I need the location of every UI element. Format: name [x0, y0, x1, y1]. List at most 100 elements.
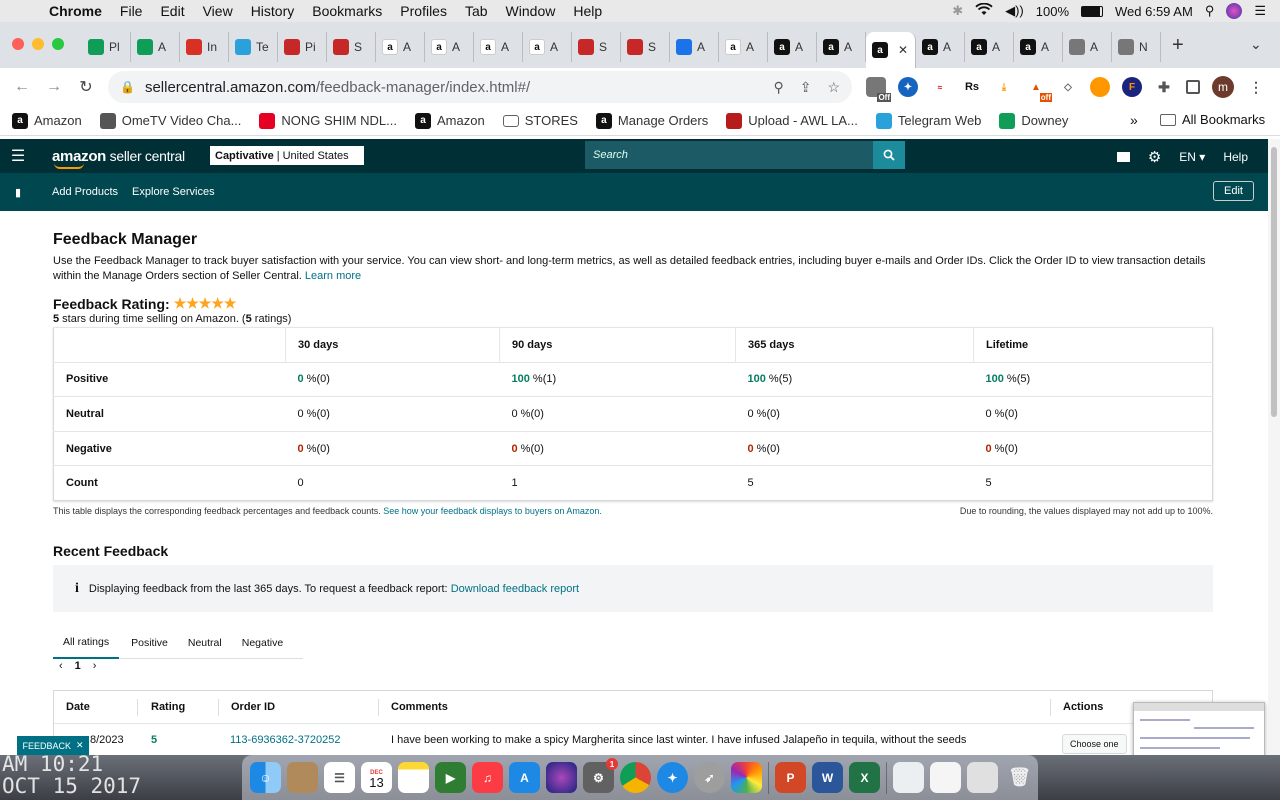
- system-preferences-icon[interactable]: ⚙ 1: [583, 758, 618, 793]
- chrome-icon[interactable]: [620, 762, 651, 793]
- browser-tab-active[interactable]: a ✕: [866, 32, 916, 68]
- lock-icon[interactable]: 🔒: [120, 80, 135, 94]
- new-tab-button[interactable]: +: [1172, 34, 1184, 57]
- rocket-icon[interactable]: ➶: [694, 762, 725, 793]
- notes-brown-icon[interactable]: [287, 762, 318, 793]
- browser-tab[interactable]: A: [131, 32, 180, 62]
- back-arrow-icon[interactable]: ←: [6, 78, 38, 96]
- forward-arrow-icon[interactable]: →: [38, 78, 70, 96]
- current-page[interactable]: 1: [75, 660, 81, 672]
- close-window-button[interactable]: [12, 38, 24, 50]
- downloads-stack-icon[interactable]: [967, 762, 998, 793]
- menu-profiles[interactable]: Profiles: [391, 3, 456, 19]
- nav-explore-services[interactable]: Explore Services: [132, 186, 215, 198]
- prev-page-chevron-icon[interactable]: ‹: [59, 660, 63, 672]
- facetime-icon[interactable]: ▶: [435, 762, 466, 793]
- row-action-dropdown[interactable]: Choose one: [1062, 734, 1127, 754]
- bookmark-item[interactable]: NONG SHIM NDL...: [259, 112, 397, 129]
- learn-more-link[interactable]: Learn more: [305, 270, 361, 282]
- siri-app-icon[interactable]: [546, 762, 577, 793]
- tab-neutral[interactable]: Neutral: [178, 627, 232, 659]
- download-report-link[interactable]: Download feedback report: [451, 583, 579, 595]
- menubar-datetime[interactable]: Wed 6:59 AM: [1115, 4, 1193, 19]
- browser-tab[interactable]: aA: [1014, 32, 1063, 62]
- browser-tab[interactable]: In: [180, 32, 229, 62]
- bookmark-icon[interactable]: ▮: [0, 186, 36, 199]
- browser-tab[interactable]: S: [572, 32, 621, 62]
- next-page-chevron-icon[interactable]: ›: [93, 660, 97, 672]
- store-selector[interactable]: Captivative | United States: [210, 146, 364, 165]
- extension-blue-icon[interactable]: ✦: [898, 77, 918, 97]
- all-bookmarks[interactable]: All Bookmarks: [1160, 112, 1265, 127]
- menu-file[interactable]: File: [111, 3, 152, 19]
- tab-search-chevron-icon[interactable]: ⌄: [1250, 36, 1262, 53]
- hamburger-menu-icon[interactable]: ☰: [0, 146, 36, 166]
- minimize-window-button[interactable]: [32, 38, 44, 50]
- bookmark-star-icon[interactable]: ☆: [827, 79, 840, 96]
- menu-app-name[interactable]: Chrome: [40, 3, 111, 19]
- menu-history[interactable]: History: [242, 3, 304, 19]
- seller-central-logo[interactable]: amazon seller central: [52, 148, 185, 169]
- extension-usage-icon[interactable]: ≈: [930, 77, 950, 97]
- browser-tab[interactable]: aA: [474, 32, 523, 62]
- spreadsheet-preview-icon[interactable]: [930, 762, 961, 793]
- close-icon[interactable]: ✕: [76, 740, 84, 751]
- browser-tab[interactable]: aA: [523, 32, 572, 62]
- browser-tab[interactable]: A: [1063, 32, 1112, 62]
- page-scrollbar[interactable]: [1268, 139, 1280, 755]
- col-date[interactable]: Date: [66, 701, 90, 713]
- bookmark-item[interactable]: a Amazon: [12, 112, 82, 129]
- excel-icon[interactable]: X: [849, 762, 880, 793]
- browser-tab[interactable]: aA: [719, 32, 768, 62]
- extension-f-icon[interactable]: F: [1122, 77, 1142, 97]
- menu-edit[interactable]: Edit: [151, 3, 193, 19]
- browser-tab[interactable]: N: [1112, 32, 1161, 62]
- search-input[interactable]: Search: [585, 141, 873, 169]
- music-icon[interactable]: ♫: [472, 762, 503, 793]
- control-center-icon[interactable]: ☰: [1254, 3, 1266, 19]
- side-panel-icon[interactable]: [1186, 80, 1200, 94]
- menu-tab[interactable]: Tab: [456, 3, 497, 19]
- share-icon[interactable]: ⇪: [800, 79, 812, 96]
- buyer-display-link[interactable]: See how your feedback displays to buyers…: [383, 506, 602, 516]
- document-preview-icon[interactable]: [893, 762, 924, 793]
- bookmark-item[interactable]: a Manage Orders: [595, 112, 708, 129]
- volume-icon[interactable]: ◀︎)): [1005, 3, 1024, 19]
- bookmark-item[interactable]: OmeTV Video Cha...: [99, 112, 241, 129]
- scrollbar-thumb[interactable]: [1271, 147, 1277, 417]
- zoom-icon[interactable]: ⚲: [773, 79, 783, 96]
- battery-icon[interactable]: [1081, 5, 1103, 17]
- wifi-icon[interactable]: [975, 2, 993, 19]
- trash-icon[interactable]: 🗑: [1004, 762, 1035, 793]
- extension-shape-icon[interactable]: ◇: [1058, 77, 1078, 97]
- edit-nav-button[interactable]: Edit: [1213, 181, 1254, 201]
- bookmark-item[interactable]: Downey: [999, 112, 1068, 129]
- browser-tab[interactable]: aA: [916, 32, 965, 62]
- menu-view[interactable]: View: [194, 3, 242, 19]
- photos-icon[interactable]: [731, 762, 762, 793]
- help-link[interactable]: Help: [1223, 150, 1248, 164]
- browser-tab[interactable]: Pl: [82, 32, 131, 62]
- bluetooth-icon[interactable]: ✱: [952, 3, 963, 19]
- zoom-window-button[interactable]: [52, 38, 64, 50]
- tab-all-ratings[interactable]: All ratings: [53, 627, 120, 659]
- browser-tab[interactable]: aA: [817, 32, 866, 62]
- finder-icon[interactable]: ☺: [250, 762, 281, 793]
- app-store-icon[interactable]: A: [509, 762, 540, 793]
- browser-tab[interactable]: S: [621, 32, 670, 62]
- mail-icon[interactable]: [1116, 152, 1130, 162]
- browser-tab[interactable]: Te: [229, 32, 278, 62]
- bookmark-item[interactable]: a Amazon: [415, 112, 485, 129]
- chrome-menu-icon[interactable]: ⋮: [1246, 77, 1266, 97]
- calendar-icon[interactable]: DEC 13: [361, 762, 392, 793]
- browser-tab[interactable]: S: [327, 32, 376, 62]
- puzzle-icon[interactable]: ✚: [1154, 77, 1174, 97]
- spotlight-icon[interactable]: ⚲: [1205, 3, 1215, 19]
- reminders-icon[interactable]: ☰: [324, 762, 355, 793]
- word-icon[interactable]: W: [812, 762, 843, 793]
- language-selector[interactable]: EN ▾: [1179, 150, 1205, 164]
- col-rating[interactable]: Rating: [151, 701, 185, 713]
- close-tab-icon[interactable]: ✕: [898, 43, 908, 57]
- nav-add-products[interactable]: Add Products: [52, 186, 118, 198]
- extension-firefox-icon[interactable]: [1090, 77, 1110, 97]
